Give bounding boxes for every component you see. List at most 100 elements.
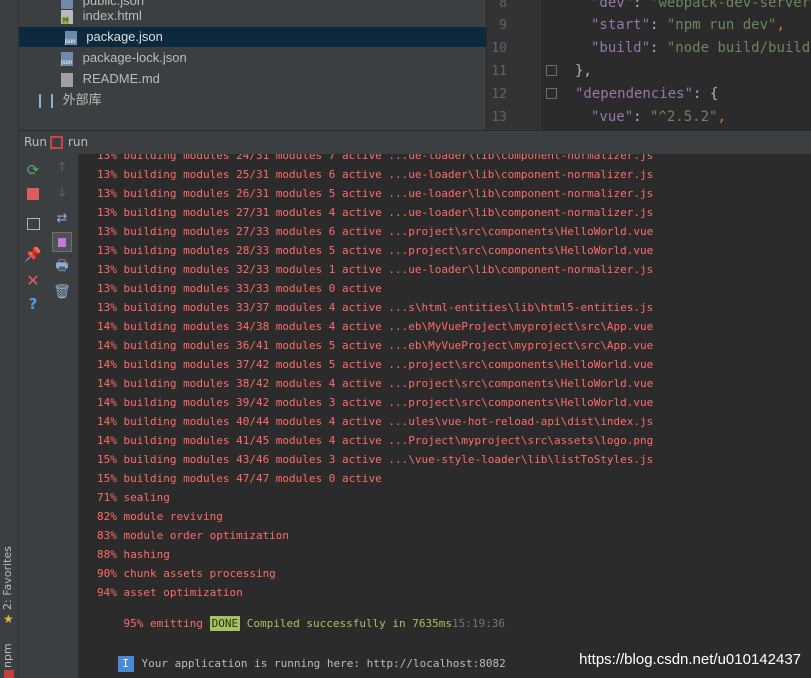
favorites-tab[interactable]: 2: Favorites: [1, 546, 14, 610]
code-token: "webpack-dev-server --inline --progress": [650, 0, 811, 11]
json-file-icon: json: [64, 30, 77, 45]
code-token: "dependencies": [575, 86, 694, 102]
console-line: 13% building modules 24/31 modules 7 act…: [97, 154, 654, 162]
code-token: "build": [591, 40, 651, 56]
code-token: "vue": [591, 109, 634, 125]
code-token: "start": [591, 17, 651, 33]
line-number: 9: [499, 18, 507, 33]
done-message: Compiled successfully in 7635ms: [240, 617, 453, 630]
console-line: 13% building modules 27/31 modules 4 act…: [97, 206, 654, 219]
markdown-file-icon: [61, 72, 73, 87]
restore-layout-icon[interactable]: [24, 215, 42, 233]
info-message: Your application is running here: http:/…: [141, 657, 506, 670]
pin-icon[interactable]: 📌: [24, 246, 42, 264]
info-badge: I: [117, 656, 134, 672]
line-number: 13: [491, 110, 507, 125]
console-line: 14% building modules 37/42 modules 5 act…: [97, 358, 654, 371]
run-config-tab[interactable]: run: [68, 135, 88, 149]
run-toolbar-primary: ⟳ 📌 ✕ ?: [19, 154, 47, 678]
code-token: ,: [776, 17, 785, 33]
tree-item-index-html[interactable]: H index.html: [61, 6, 142, 26]
console-line: 13% building modules 33/37 modules 4 act…: [97, 301, 654, 314]
line-number: 8: [499, 0, 507, 11]
run-toolbar-secondary: 🡑 🡓 ⇄ 🖶 🗑: [47, 154, 79, 678]
project-tree: public.json H index.html json package.js…: [19, 0, 486, 130]
console-line-info: I Your application is running here: http:…: [91, 640, 506, 678]
tree-item-package-lock-json[interactable]: json package-lock.json: [61, 48, 187, 68]
code-line: "vue": "^2.5.2",: [591, 109, 726, 125]
line-number: 12: [491, 87, 507, 102]
console-line: 13% building modules 25/31 modules 6 act…: [97, 168, 654, 181]
rerun-icon[interactable]: ⟳: [24, 161, 42, 179]
console-line: 82% module reviving: [97, 510, 223, 523]
console-line: 15% building modules 43/46 modules 3 act…: [97, 453, 654, 466]
code-token: "npm run dev": [666, 17, 777, 33]
console-line: 13% building modules 26/31 modules 5 act…: [97, 187, 654, 200]
star-icon: ★: [3, 612, 14, 626]
npm-icon: [4, 670, 14, 678]
console-line: 88% hashing: [97, 548, 170, 561]
code-token: : {: [693, 86, 719, 102]
tree-item-external-libraries[interactable]: 外部库: [39, 90, 102, 110]
console-line: 13% building modules 27/33 modules 6 act…: [97, 225, 654, 238]
tree-item-label: README.md: [82, 71, 160, 86]
done-time: 15:19:36: [452, 617, 506, 630]
console-line: 13% building modules 28/33 modules 5 act…: [97, 244, 654, 257]
code-line: "dev": "webpack-dev-server --inline --pr…: [591, 0, 811, 11]
print-icon[interactable]: 🖶: [53, 258, 71, 276]
html-file-icon: H: [61, 9, 73, 24]
console-line: 90% chunk assets processing: [97, 567, 276, 580]
code-line: "build": "node build/build.js": [591, 40, 811, 56]
console-line: 83% module order optimization: [97, 529, 290, 542]
tree-item-label: index.html: [82, 8, 142, 23]
tree-item-package-json[interactable]: json package.json: [19, 27, 486, 47]
stop-icon[interactable]: [24, 185, 42, 203]
console-line: 71% sealing: [97, 491, 170, 504]
watermark: https://blog.csdn.net/u010142437: [579, 651, 801, 668]
run-label: Run: [24, 135, 48, 149]
console-line: 15% building modules 47/47 modules 0 act…: [97, 472, 382, 485]
console-line: 14% building modules 40/44 modules 4 act…: [97, 415, 654, 428]
fold-icon[interactable]: [546, 88, 557, 99]
tree-item-readme[interactable]: README.md: [61, 69, 160, 89]
console-line: 14% building modules 34/38 modules 4 act…: [97, 320, 654, 333]
soft-wrap-icon[interactable]: ⇄: [53, 209, 71, 227]
line-number: 10: [491, 41, 507, 56]
console-line: 14% building modules 38/42 modules 4 act…: [97, 377, 654, 390]
code-token: :: [633, 0, 651, 11]
console-line: 14% building modules 41/45 modules 4 act…: [97, 434, 654, 447]
code-token: },: [575, 63, 592, 79]
console-line: 94% asset optimization: [97, 586, 243, 599]
library-icon: [39, 93, 53, 108]
console-line-emitting: 95% emitting DONE Compiled successfully …: [97, 603, 505, 645]
code-token: ,: [717, 109, 726, 125]
done-badge: DONE: [209, 616, 241, 631]
scroll-to-end-icon[interactable]: [52, 232, 72, 252]
code-token: "dev": [591, 0, 634, 11]
arrow-down-icon[interactable]: 🡓: [53, 185, 71, 203]
tree-item-label: package.json: [86, 29, 163, 44]
fold-icon[interactable]: [546, 65, 557, 76]
trash-icon[interactable]: 🗑: [53, 283, 71, 301]
console-line: 13% building modules 33/33 modules 0 act…: [97, 282, 382, 295]
help-icon[interactable]: ?: [24, 295, 42, 313]
code-editor[interactable]: 8 9 10 11 12 13 "dev": "webpack-dev-serv…: [487, 0, 811, 130]
console-output[interactable]: 13% building modules 24/31 modules 7 act…: [79, 154, 811, 678]
tree-item-label: 外部库: [62, 92, 102, 107]
npm-run-icon: [50, 136, 63, 149]
console-line: 14% building modules 36/41 modules 5 act…: [97, 339, 654, 352]
line-number: 11: [491, 64, 507, 79]
code-line: "start": "npm run dev",: [591, 17, 785, 33]
code-token: :: [650, 40, 667, 56]
console-line: 14% building modules 39/42 modules 3 act…: [97, 396, 654, 409]
code-token: "node build/build.js": [666, 40, 811, 56]
code-line: "dependencies": {: [575, 86, 718, 102]
run-tool-header: Run run: [19, 130, 811, 155]
arrow-up-icon[interactable]: 🡑: [53, 160, 71, 178]
code-line: },: [575, 63, 592, 79]
tree-item-label: package-lock.json: [82, 50, 187, 65]
npm-tab[interactable]: npm: [1, 643, 14, 668]
close-icon[interactable]: ✕: [24, 271, 42, 290]
code-token: :: [650, 17, 667, 33]
code-token: :: [633, 109, 651, 125]
